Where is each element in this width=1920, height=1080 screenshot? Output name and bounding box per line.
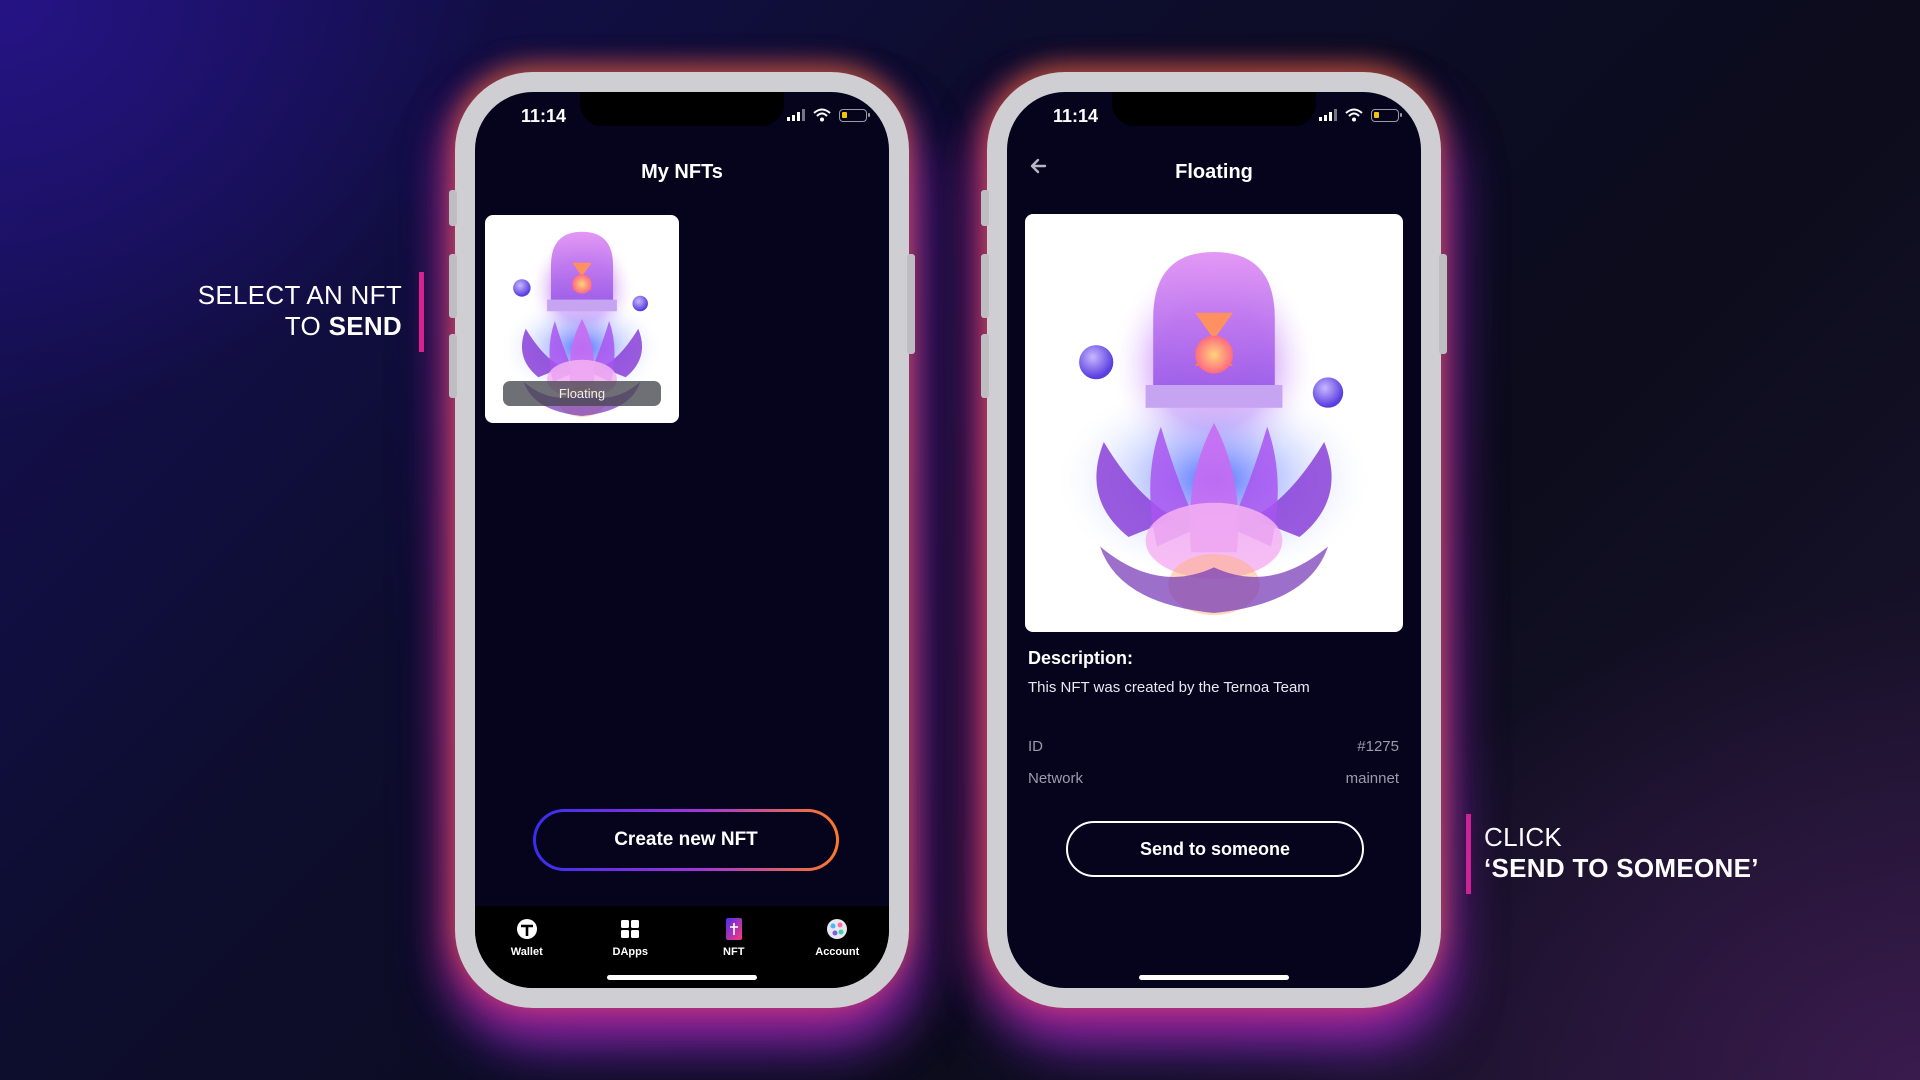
phone-right-volume-up-button <box>981 254 989 318</box>
tab-wallet-label: Wallet <box>510 946 543 958</box>
caption-left-accent-bar <box>419 272 424 352</box>
meta-value: #1275 <box>1357 738 1399 755</box>
create-new-nft-label: Create new NFT <box>536 812 836 868</box>
nft-artwork-large <box>1025 214 1403 632</box>
phone-left-power-button <box>907 254 915 354</box>
tab-dapps-label: DApps <box>612 946 648 958</box>
phone-right-power-button <box>1439 254 1447 354</box>
tab-account-label: Account <box>815 946 860 958</box>
caption-left-line1: SELECT AN NFT <box>197 280 402 310</box>
status-time: 11:14 <box>521 106 567 126</box>
status-icons <box>787 108 870 122</box>
page-title: Floating <box>1175 161 1253 183</box>
battery-icon <box>1371 108 1402 122</box>
meta-row-id: ID #1275 <box>1028 738 1399 755</box>
nft-icon <box>723 918 745 940</box>
nft-card-label: Floating <box>503 381 661 406</box>
my-nfts-screen: 11:14 My NFTs Floating Create new NFT Wa… <box>475 92 889 988</box>
signal-icon <box>1319 109 1337 121</box>
tab-nft-label: NFT <box>723 946 745 958</box>
meta-row-network: Network mainnet <box>1028 770 1399 787</box>
home-indicator <box>607 975 757 980</box>
home-indicator <box>1139 975 1289 980</box>
phone-left-volume-down-button <box>449 334 457 398</box>
phone-nft-detail: 11:14 Floating Description: This NFT was… <box>981 72 1447 1008</box>
phone-right-volume-down-button <box>981 334 989 398</box>
send-to-someone-button[interactable]: Send to someone <box>1066 821 1364 877</box>
meta-key: ID <box>1028 738 1043 755</box>
phone-left-volume-up-button <box>449 254 457 318</box>
phone-left-mute-button <box>449 190 457 226</box>
meta-key: Network <box>1028 770 1084 787</box>
wifi-icon <box>1345 108 1363 122</box>
caption-select-nft: SELECT AN NFT TO SEND <box>190 272 424 352</box>
nft-artwork-image <box>1025 214 1403 632</box>
account-icon <box>826 918 848 940</box>
tab-wallet[interactable]: Wallet <box>475 906 579 988</box>
signal-icon <box>787 109 805 121</box>
caption-right-accent-bar <box>1466 814 1471 894</box>
create-new-nft-button[interactable]: Create new NFT <box>533 809 839 871</box>
notch <box>1112 92 1316 126</box>
meta-value: mainnet <box>1345 770 1399 787</box>
status-icons <box>1319 108 1402 122</box>
status-time: 11:14 <box>1053 106 1099 126</box>
caption-left-line2: TO SEND <box>190 311 402 342</box>
caption-left-bold: SEND <box>328 311 402 341</box>
dapps-grid-icon <box>619 918 641 940</box>
nft-detail-screen: 11:14 Floating Description: This NFT was… <box>1007 92 1421 988</box>
caption-right-line2: ‘SEND TO SOMEONE’ <box>1484 853 1814 884</box>
caption-click-send: CLICK ‘SEND TO SOMEONE’ <box>1466 814 1814 894</box>
caption-right-bold: ‘SEND TO SOMEONE’ <box>1484 853 1759 883</box>
nft-card-floating[interactable]: Floating <box>485 215 679 423</box>
phone-my-nfts: 11:14 My NFTs Floating Create new NFT Wa… <box>449 72 915 1008</box>
wallet-icon <box>516 918 538 940</box>
notch <box>580 92 784 126</box>
description-heading: Description: <box>1028 648 1134 668</box>
wifi-icon <box>813 108 831 122</box>
phone-right-mute-button <box>981 190 989 226</box>
battery-icon <box>839 108 870 122</box>
description-text: This NFT was created by the Ternoa Team <box>1028 679 1310 696</box>
caption-right-line1: CLICK <box>1484 822 1563 852</box>
page-title: My NFTs <box>641 161 723 183</box>
caption-left-prefix: TO <box>284 311 329 341</box>
tab-account[interactable]: Account <box>786 906 890 988</box>
